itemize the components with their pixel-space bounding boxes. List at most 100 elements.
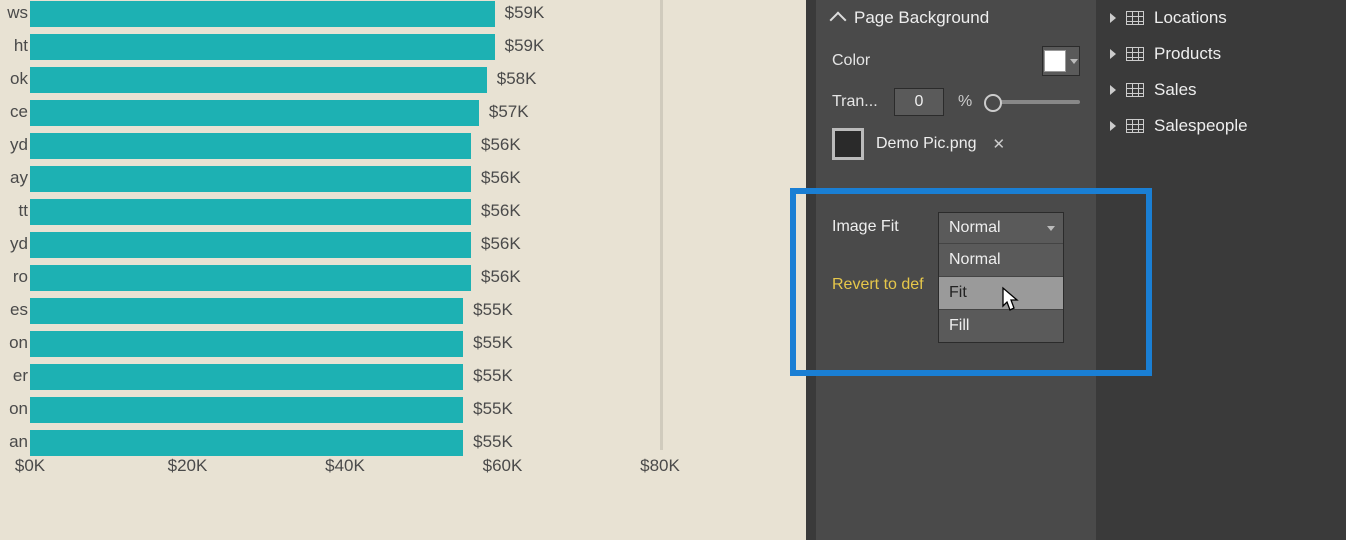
bar-row[interactable]: yd $56K: [0, 231, 800, 264]
bar-rect[interactable]: [30, 331, 463, 357]
bar-rect[interactable]: [30, 232, 471, 258]
chart-xaxis: $0K$20K$40K$60K$80K: [30, 450, 730, 480]
bar-rect[interactable]: [30, 199, 471, 225]
bar-rect[interactable]: [30, 298, 463, 324]
bar-category-label: er: [0, 363, 28, 389]
bar-row[interactable]: ht $59K: [0, 33, 800, 66]
bar-rect[interactable]: [30, 67, 487, 93]
transparency-input[interactable]: 0: [894, 88, 944, 116]
bar-value-label: $55K: [473, 330, 513, 356]
field-label: Sales: [1154, 80, 1197, 100]
bar-category-label: an: [0, 429, 28, 455]
bar-category-label: ws: [0, 0, 28, 26]
remove-image-button[interactable]: ✕: [993, 135, 1006, 153]
image-preview[interactable]: [832, 128, 864, 160]
bar-value-label: $55K: [473, 363, 513, 389]
caret-down-icon: [1070, 59, 1078, 64]
bar-category-label: ay: [0, 165, 28, 191]
bar-rect[interactable]: [30, 397, 463, 423]
bar-rect[interactable]: [30, 34, 495, 60]
field-label: Salespeople: [1154, 116, 1248, 136]
bar-value-label: $59K: [505, 33, 545, 59]
transparency-row: Tran... 0 %: [816, 82, 1096, 122]
table-icon: [1126, 11, 1144, 25]
field-table-salespeople[interactable]: Salespeople: [1096, 108, 1346, 144]
color-label: Color: [832, 52, 1030, 70]
image-fit-option-normal[interactable]: Normal: [939, 243, 1063, 276]
bar-rect[interactable]: [30, 166, 471, 192]
expand-caret-icon: [1110, 121, 1116, 131]
transparency-unit: %: [958, 93, 972, 111]
xaxis-tick: $60K: [483, 456, 523, 476]
color-row: Color: [816, 40, 1096, 82]
bar-value-label: $56K: [481, 132, 521, 158]
transparency-label: Tran...: [832, 93, 882, 111]
bar-row[interactable]: ws $59K: [0, 0, 800, 33]
bar-value-label: $56K: [481, 264, 521, 290]
bar-value-label: $57K: [489, 99, 529, 125]
xaxis-tick: $40K: [325, 456, 365, 476]
chart-gridline: [660, 0, 663, 450]
bar-value-label: $56K: [481, 165, 521, 191]
field-table-sales[interactable]: Sales: [1096, 72, 1346, 108]
bar-value-label: $56K: [481, 198, 521, 224]
bar-category-label: ce: [0, 99, 28, 125]
bar-category-label: tt: [0, 198, 28, 224]
xaxis-tick: $20K: [168, 456, 208, 476]
field-label: Locations: [1154, 8, 1227, 28]
section-page-background[interactable]: Page Background: [816, 0, 1096, 40]
image-fit-label: Image Fit: [832, 218, 899, 236]
bar-row[interactable]: ro $56K: [0, 264, 800, 297]
chevron-up-icon: [830, 12, 847, 29]
panel-divider: [806, 0, 816, 540]
bar-rect[interactable]: [30, 1, 495, 27]
bar-row[interactable]: ay $56K: [0, 165, 800, 198]
bar-value-label: $56K: [481, 231, 521, 257]
bar-value-label: $55K: [473, 297, 513, 323]
table-icon: [1126, 83, 1144, 97]
bar-category-label: yd: [0, 231, 28, 257]
bar-value-label: $55K: [473, 396, 513, 422]
field-table-products[interactable]: Products: [1096, 36, 1346, 72]
xaxis-tick: $80K: [640, 456, 680, 476]
bar-rect[interactable]: [30, 133, 471, 159]
slider-thumb[interactable]: [984, 94, 1002, 112]
bar-row[interactable]: on $55K: [0, 396, 800, 429]
field-table-locations[interactable]: Locations: [1096, 0, 1346, 36]
format-panel: Page Background Color Tran... 0 % Demo P…: [816, 0, 1096, 540]
bar-category-label: on: [0, 396, 28, 422]
color-preview: [1044, 50, 1066, 72]
bar-category-label: ht: [0, 33, 28, 59]
field-label: Products: [1154, 44, 1221, 64]
transparency-slider[interactable]: [990, 100, 1080, 104]
bar-value-label: $59K: [505, 0, 545, 26]
revert-to-default-link[interactable]: Revert to def: [832, 276, 924, 294]
bar-row[interactable]: ce $57K: [0, 99, 800, 132]
bar-category-label: on: [0, 330, 28, 356]
image-fit-dropdown[interactable]: Normal Normal Fit Fill: [938, 212, 1064, 343]
expand-caret-icon: [1110, 85, 1116, 95]
bar-rect[interactable]: [30, 100, 479, 126]
bar-category-label: ok: [0, 66, 28, 92]
bar-rect[interactable]: [30, 364, 463, 390]
image-row: Demo Pic.png ✕: [816, 122, 1096, 166]
fields-panel: Locations Products Sales Salespeople: [1096, 0, 1346, 540]
image-fit-selected[interactable]: Normal: [939, 213, 1063, 243]
bar-row[interactable]: ok$58K: [0, 66, 800, 99]
bar-row[interactable]: yd$56K: [0, 132, 800, 165]
bar-row[interactable]: tt $56K: [0, 198, 800, 231]
color-swatch[interactable]: [1042, 46, 1080, 76]
bar-row[interactable]: es $55K: [0, 297, 800, 330]
image-fit-option-fill[interactable]: Fill: [939, 309, 1063, 342]
bar-rect[interactable]: [30, 265, 471, 291]
bar-chart[interactable]: ws$59Kht$59Kok$58Kce$57Kyd$56Kay$56Ktt$5…: [0, 0, 800, 540]
bar-row[interactable]: on $55K: [0, 330, 800, 363]
bar-category-label: ro: [0, 264, 28, 290]
image-fit-option-fit[interactable]: Fit: [939, 276, 1063, 309]
table-icon: [1126, 119, 1144, 133]
expand-caret-icon: [1110, 49, 1116, 59]
expand-caret-icon: [1110, 13, 1116, 23]
bar-category-label: es: [0, 297, 28, 323]
bar-row[interactable]: er $55K: [0, 363, 800, 396]
image-filename: Demo Pic.png: [876, 135, 977, 153]
